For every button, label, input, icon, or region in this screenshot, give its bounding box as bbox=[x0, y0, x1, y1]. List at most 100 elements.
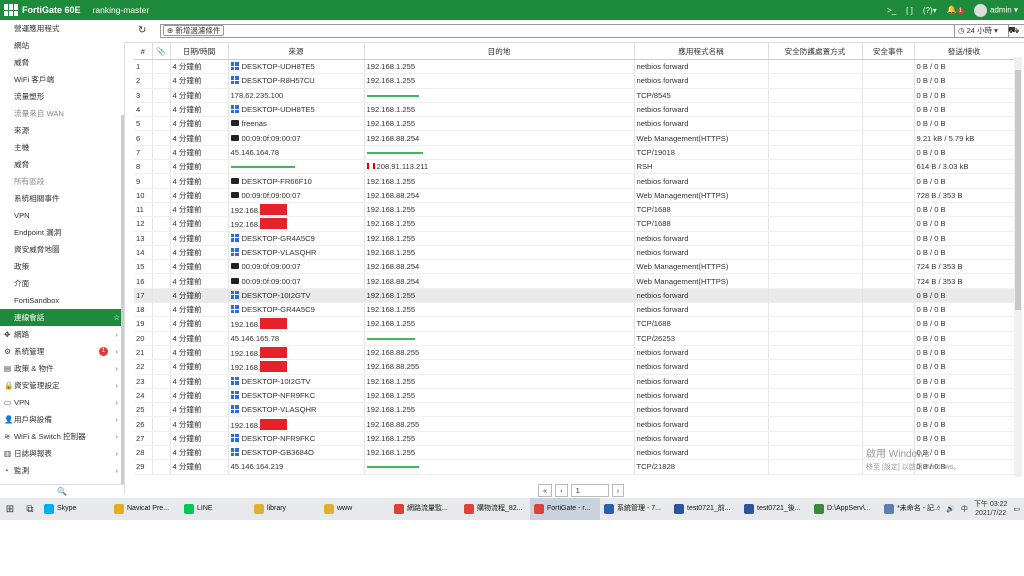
user-menu[interactable]: admin ▾ bbox=[973, 3, 1018, 17]
table-row[interactable]: 4 4 分鐘前 DESKTOP-UDH8TE5 192.168.1.255 netbio… bbox=[134, 102, 1014, 118]
clock[interactable]: 下午 03:22 2021/7/22 bbox=[974, 500, 1007, 518]
table-row[interactable]: 11 4 分鐘前 192.168. 192.168.1.255 TCP/1688 0 B … bbox=[134, 202, 1014, 218]
table-row[interactable]: 2 4 分鐘前 DESKTOP-R8H57CU 192.168.1.255 netbio… bbox=[134, 73, 1014, 89]
column-header[interactable]: 來源 bbox=[228, 43, 365, 60]
sidebar-item-14[interactable]: 政策 bbox=[0, 258, 124, 275]
sidebar-item-4[interactable]: 流量塑形 bbox=[0, 88, 124, 105]
sidebar-section-2[interactable]: ▤ 政策 & 物件 › bbox=[0, 360, 124, 377]
sidebar-section-7[interactable]: ▥ 日誌與報表 › bbox=[0, 445, 124, 462]
time-range-select[interactable]: ◷ 24 小時 ▾ bbox=[954, 24, 1009, 38]
prev-page-button[interactable]: ‹ bbox=[555, 484, 568, 497]
taskbar-app-0[interactable]: Skype bbox=[40, 498, 110, 520]
taskbar-app-11[interactable]: D:\AppServ\... bbox=[810, 498, 880, 520]
page-number-input[interactable]: 1 bbox=[570, 484, 609, 497]
sidebar-search-icon[interactable]: 🔍 bbox=[0, 484, 124, 499]
refresh-icon[interactable]: ↻ bbox=[138, 25, 146, 36]
table-row[interactable]: 5 4 分鐘前 freenas 192.168.1.255 netbios forwar… bbox=[134, 116, 1014, 132]
table-row[interactable]: 1 4 分鐘前 DESKTOP-UDH8TE5 192.168.1.255 netbio… bbox=[134, 59, 1014, 75]
table-row[interactable]: 15 4 分鐘前 00:09:0f:09:00:07 192.168.88.254 We… bbox=[134, 259, 1014, 275]
table-row[interactable]: 27 4 分鐘前 DESKTOP-NFR9FKC 192.168.1.255 netbi… bbox=[134, 431, 1014, 447]
taskbar-app-3[interactable]: library bbox=[250, 498, 320, 520]
sidebar-section-6[interactable]: ≋ WiFi & Switch 控制器 › bbox=[0, 428, 124, 445]
help-icon[interactable]: (?)▾ bbox=[923, 6, 937, 15]
taskbar-app-10[interactable]: test0721_後... bbox=[740, 498, 810, 520]
taskbar-app-5[interactable]: 網路流量監... bbox=[390, 498, 460, 520]
notification-bell-icon[interactable]: 🔔 1 bbox=[947, 5, 964, 15]
sidebar-scrollbar[interactable] bbox=[121, 115, 124, 494]
export-icon[interactable]: ⛟ bbox=[1008, 25, 1019, 37]
taskbar-app-8[interactable]: 系統管理 - 7... bbox=[600, 498, 670, 520]
column-header[interactable]: 安全事件 bbox=[862, 43, 915, 60]
table-row[interactable]: 6 4 分鐘前 00:09:0f:09:00:07 192.168.88.254 Web… bbox=[134, 130, 1014, 146]
table-row[interactable]: 19 4 分鐘前 192.168. 192.168.1.255 TCP/1688 0 B … bbox=[134, 316, 1014, 332]
sidebar-item-8[interactable]: 威脅 bbox=[0, 156, 124, 173]
table-scrollbar-thumb[interactable] bbox=[1015, 70, 1021, 310]
next-page-button[interactable]: › bbox=[611, 484, 625, 497]
table-row[interactable]: 22 4 分鐘前 192.168. 192.168.88.255 netbios for… bbox=[134, 359, 1014, 375]
ime-icon[interactable]: 中 bbox=[961, 504, 968, 514]
taskbar-app-7[interactable]: FortiGate - r... bbox=[530, 498, 600, 520]
table-row[interactable]: 23 4 分鐘前 DESKTOP-10I2GTV 192.168.1.255 netbi… bbox=[134, 374, 1014, 389]
first-page-button[interactable]: « bbox=[538, 484, 553, 497]
attachment-column-header[interactable]: 📎 bbox=[152, 43, 171, 60]
sidebar-item-15[interactable]: 介面 bbox=[0, 275, 124, 292]
table-row[interactable]: 20 4 分鐘前 45.146.165.78 TCP/26253 0 B / 0 B bbox=[134, 331, 1014, 346]
sidebar-item-2[interactable]: 威脅 bbox=[0, 54, 124, 71]
tray-chevron-icon[interactable]: ^ bbox=[937, 506, 940, 513]
sidebar-section-0[interactable]: ✥ 網路 › bbox=[0, 326, 124, 343]
sidebar-section-1[interactable]: ⚙ 系統管理 1 › bbox=[0, 343, 124, 360]
fullscreen-icon[interactable]: [ ] bbox=[906, 6, 913, 15]
sidebar-item-12[interactable]: Endpoint 漏洞 bbox=[0, 224, 124, 241]
sidebar-item-17[interactable]: 連線會話 ☆ bbox=[0, 309, 124, 326]
table-row[interactable]: 24 4 分鐘前 DESKTOP-NFR9FKC 192.168.1.255 netbi… bbox=[134, 388, 1014, 404]
column-header[interactable]: 應用程式名稱 bbox=[634, 43, 769, 60]
windows-start-icon[interactable]: ⊞ bbox=[0, 504, 20, 515]
favorite-star-icon[interactable]: ☆ bbox=[113, 309, 120, 326]
sidebar-item-0[interactable]: 營運應用程式 bbox=[0, 20, 124, 37]
table-row[interactable]: 21 4 分鐘前 192.168. 192.168.88.255 netbios for… bbox=[134, 345, 1014, 361]
table-row[interactable]: 3 4 分鐘前 178.62.235.100 TCP/8545 0 B / 0 B bbox=[134, 88, 1014, 103]
fortinet-logo[interactable]: FortiGate 60E bbox=[4, 4, 93, 16]
filter-input[interactable]: ⊕ 新增過濾條件 bbox=[160, 24, 1024, 38]
notification-center-icon[interactable]: ▭ bbox=[1013, 505, 1020, 513]
sidebar-section-3[interactable]: 🔒資安管理設定 › bbox=[0, 377, 124, 394]
table-row[interactable]: 7 4 分鐘前 45.146.164.78 TCP/19018 0 B / 0 B bbox=[134, 145, 1014, 161]
sidebar-item-16[interactable]: FortiSandbox bbox=[0, 292, 124, 309]
sidebar-item-6[interactable]: 來源 bbox=[0, 122, 124, 139]
column-header[interactable]: # bbox=[134, 43, 153, 60]
task-view-icon[interactable]: ⧉ bbox=[20, 504, 40, 515]
table-row[interactable]: 16 4 分鐘前 00:09:0f:09:00:07 192.168.88.254 We… bbox=[134, 273, 1014, 289]
table-row[interactable]: 18 4 分鐘前 DESKTOP-GR4A5C9 192.168.1.255 netbi… bbox=[134, 302, 1014, 318]
cli-console-icon[interactable]: >_ bbox=[887, 6, 896, 15]
column-header[interactable]: 目的地 bbox=[364, 43, 635, 60]
sidebar-section-5[interactable]: 👤用戶與設備 › bbox=[0, 411, 124, 428]
taskbar-app-1[interactable]: Navicat Pre... bbox=[110, 498, 180, 520]
table-row[interactable]: 12 4 分鐘前 192.168. 192.168.1.255 TCP/1688 0 B … bbox=[134, 216, 1014, 232]
table-row[interactable]: 17 4 分鐘前 DESKTOP-10I2GTV 192.168.1.255 netbi… bbox=[134, 288, 1014, 304]
app-icon bbox=[184, 504, 194, 514]
table-row[interactable]: 14 4 分鐘前 DESKTOP-VLASQHR 192.168.1.255 netbi… bbox=[134, 245, 1014, 261]
taskbar-app-2[interactable]: LINE bbox=[180, 498, 250, 520]
table-row[interactable]: 9 4 分鐘前 DESKTOP-FR66F10 192.168.1.255 netbio… bbox=[134, 173, 1014, 189]
column-header[interactable]: 日期/時間 bbox=[170, 43, 229, 60]
table-row[interactable]: 26 4 分鐘前 192.168. 192.168.88.255 netbios for… bbox=[134, 416, 1014, 432]
sidebar-item-10[interactable]: 系統相關事件 bbox=[0, 190, 124, 207]
column-header[interactable]: 安全防護處置方式 bbox=[768, 43, 863, 60]
sidebar-section-8[interactable]: ◔ 監測 › bbox=[0, 462, 124, 479]
sidebar-item-1[interactable]: 網站 bbox=[0, 37, 124, 54]
table-row[interactable]: 8 4 分鐘前 208.91.113.211 RSH 614 B / 3.03 kB bbox=[134, 159, 1014, 175]
add-filter-button[interactable]: ⊕ 新增過濾條件 bbox=[163, 25, 225, 36]
sidebar-item-7[interactable]: 主機 bbox=[0, 139, 124, 156]
volume-icon[interactable]: 🔊 bbox=[946, 505, 955, 513]
sidebar-item-13[interactable]: 資安威脅地圖 bbox=[0, 241, 124, 258]
taskbar-app-4[interactable]: www bbox=[320, 498, 390, 520]
table-row[interactable]: 13 4 分鐘前 DESKTOP-GR4A5C9 192.168.1.255 netbi… bbox=[134, 231, 1014, 246]
column-header[interactable]: 發送/接收 bbox=[914, 43, 1014, 60]
taskbar-app-6[interactable]: 購物流程_82... bbox=[460, 498, 530, 520]
sidebar-item-3[interactable]: WiFi 客戶端 bbox=[0, 71, 124, 88]
sidebar-item-11[interactable]: VPN bbox=[0, 207, 124, 224]
taskbar-app-9[interactable]: test0721_前... bbox=[670, 498, 740, 520]
table-row[interactable]: 10 4 分鐘前 00:09:0f:09:00:07 192.168.88.254 We… bbox=[134, 188, 1014, 203]
table-row[interactable]: 25 4 分鐘前 DESKTOP-VLASQHR 192.168.1.255 netbi… bbox=[134, 402, 1014, 418]
sidebar-section-4[interactable]: ▭ VPN › bbox=[0, 394, 124, 411]
